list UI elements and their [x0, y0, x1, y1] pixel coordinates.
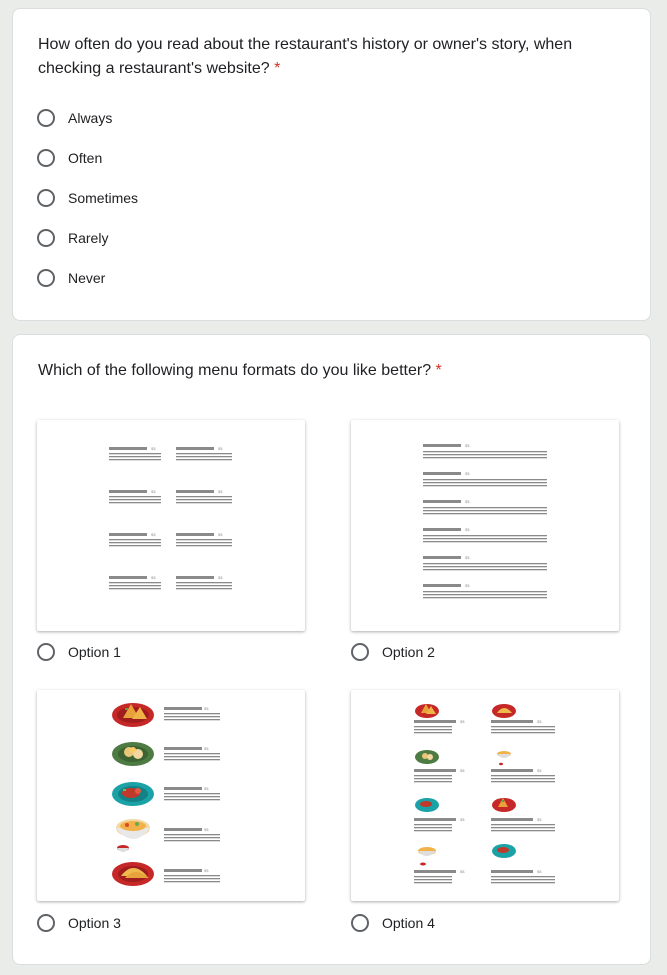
question-text: How often do you read about the restaura…	[38, 36, 573, 77]
option-label: Option 4	[382, 915, 435, 931]
radio-option-sometimes[interactable]: Sometimes	[37, 187, 138, 209]
question-text: Which of the following menu formats do y…	[38, 362, 432, 379]
radio-button[interactable]	[37, 189, 55, 207]
picture-menu-illustration: $$ $$ $$ $$ $$	[112, 703, 220, 886]
option-label: Option 3	[68, 915, 121, 931]
menu-format-image-option-1[interactable]: $$ $$ $$ $$ $$ $$ $$ $$	[37, 420, 305, 631]
radio-button[interactable]	[37, 914, 55, 932]
question-title: Which of the following menu formats do y…	[38, 359, 620, 383]
price-tag: $$	[465, 555, 470, 560]
radio-button[interactable]	[37, 643, 55, 661]
radio-option-1[interactable]: Option 1	[37, 641, 121, 663]
option-label: Often	[68, 150, 103, 166]
required-asterisk: *	[274, 60, 281, 77]
price-tag: $$	[460, 869, 465, 874]
radio-button[interactable]	[37, 109, 55, 127]
option-label: Option 2	[382, 644, 435, 660]
option-label: Never	[68, 270, 106, 286]
price-tag: $$	[465, 499, 470, 504]
price-tag: $$	[460, 817, 465, 822]
radio-button[interactable]	[37, 269, 55, 287]
radio-button[interactable]	[351, 914, 369, 932]
price-tag: $$	[465, 471, 470, 476]
price-tag: $$	[204, 706, 209, 711]
price-tag: $$	[151, 489, 156, 494]
radio-option-4[interactable]: Option 4	[351, 912, 435, 934]
price-tag: $$	[465, 583, 470, 588]
price-tag: $$	[460, 768, 465, 773]
price-tag: $$	[218, 446, 223, 451]
price-tag: $$	[151, 532, 156, 537]
two-column-menu-illustration: $$ $$ $$ $$ $$ $$ $$ $$	[109, 446, 232, 590]
price-tag: $$	[204, 786, 209, 791]
radio-option-rarely[interactable]: Rarely	[37, 227, 108, 249]
menu-format-image-option-4[interactable]: $$ $$ $$ $$ $$ $$ $$ $$	[351, 690, 619, 901]
price-tag: $$	[218, 532, 223, 537]
single-column-menu-illustration: $$ $$ $$ $$ $$ $$	[423, 443, 547, 599]
price-tag: $$	[537, 768, 542, 773]
option-label: Always	[68, 110, 113, 126]
price-tag: $$	[204, 868, 209, 873]
price-tag: $$	[204, 827, 209, 832]
price-tag: $$	[218, 489, 223, 494]
radio-button[interactable]	[37, 149, 55, 167]
question-title: How often do you read about the restaura…	[38, 33, 620, 81]
price-tag: $$	[151, 575, 156, 580]
two-column-picture-menu-illustration: $$ $$ $$ $$ $$ $$ $$ $$	[414, 704, 555, 884]
price-tag: $$	[151, 446, 156, 451]
price-tag: $$	[537, 719, 542, 724]
question-card-menu-format: Which of the following menu formats do y…	[12, 334, 651, 965]
radio-option-2[interactable]: Option 2	[351, 641, 435, 663]
radio-option-3[interactable]: Option 3	[37, 912, 121, 934]
price-tag: $$	[465, 527, 470, 532]
required-asterisk: *	[435, 362, 442, 379]
price-tag: $$	[218, 575, 223, 580]
option-label: Sometimes	[68, 190, 139, 206]
price-tag: $$	[204, 746, 209, 751]
option-label: Option 1	[68, 644, 121, 660]
radio-option-never[interactable]: Never	[37, 267, 105, 289]
radio-option-often[interactable]: Often	[37, 147, 102, 169]
radio-button[interactable]	[37, 229, 55, 247]
price-tag: $$	[465, 443, 470, 448]
radio-button[interactable]	[351, 643, 369, 661]
menu-format-image-option-2[interactable]: $$ $$ $$ $$ $$ $$	[351, 420, 619, 631]
radio-option-always[interactable]: Always	[37, 107, 112, 129]
question-card-reading-frequency: How often do you read about the restaura…	[12, 8, 651, 321]
option-label: Rarely	[68, 230, 109, 246]
price-tag: $$	[537, 869, 542, 874]
price-tag: $$	[537, 817, 542, 822]
menu-format-image-option-3[interactable]: $$ $$ $$ $$ $$	[37, 690, 305, 901]
price-tag: $$	[460, 719, 465, 724]
